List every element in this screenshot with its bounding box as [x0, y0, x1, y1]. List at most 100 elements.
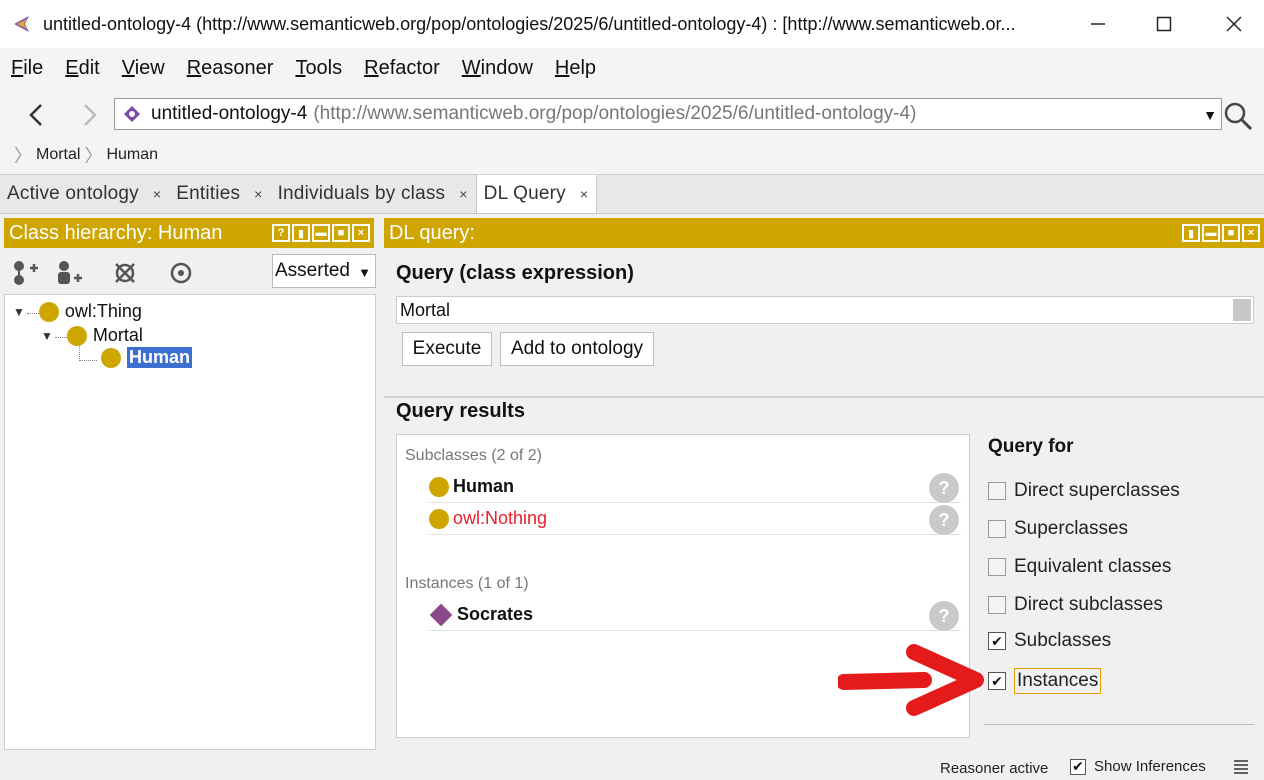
hierarchy-toolbar: Asserted ▼	[4, 254, 376, 292]
close-view-icon[interactable]: ×	[1242, 224, 1260, 242]
close-tab-icon[interactable]: ×	[459, 186, 467, 202]
class-icon	[38, 301, 59, 322]
add-subclass-icon[interactable]	[10, 258, 40, 288]
annotation-arrow-icon	[838, 644, 984, 716]
query-for-divider	[984, 724, 1254, 725]
chevron-down-icon[interactable]: ▼	[1203, 107, 1217, 123]
breadcrumb-item-mortal[interactable]: Mortal	[36, 146, 80, 164]
query-for-instances[interactable]: ✔ Instances	[988, 668, 1102, 694]
class-expression-value: Mortal	[400, 299, 451, 320]
checkbox-checked-icon[interactable]: ✔	[1070, 758, 1086, 775]
dl-query-header: DL query: ▮ ▬ ■ ×	[384, 218, 1264, 248]
query-for-subclasses[interactable]: ✔ Subclasses	[988, 630, 1111, 652]
checkbox-unchecked-icon[interactable]	[988, 482, 1006, 500]
query-for-label: Direct superclasses	[1014, 480, 1180, 501]
tree-connector	[79, 343, 97, 361]
maximize-button[interactable]	[1128, 0, 1200, 48]
explain-help-button[interactable]: ?	[929, 505, 959, 535]
tree-node-label: Mortal	[92, 325, 143, 345]
query-for-label: Instances	[1014, 668, 1102, 694]
maximize-icon	[1156, 16, 1172, 32]
tab-label: DL Query	[483, 183, 566, 204]
close-tab-icon[interactable]: ×	[254, 186, 262, 202]
hierarchy-mode-value: Asserted	[275, 260, 350, 281]
panel-title: DL query:	[389, 221, 475, 244]
ontology-selector[interactable]: untitled-ontology-4 (http://www.semantic…	[114, 98, 1222, 130]
class-expression-input[interactable]: Mortal	[396, 296, 1254, 324]
result-item-owl-nothing[interactable]: owl:Nothing ?	[429, 503, 961, 535]
breadcrumb-item-human[interactable]: Human	[106, 146, 158, 164]
hierarchy-mode-select[interactable]: Asserted ▼	[272, 254, 376, 288]
minimize-button[interactable]	[1062, 0, 1134, 48]
class-hierarchy-header: Class hierarchy: Human ? ▮ ▬ ■ ×	[4, 218, 374, 248]
query-section-title: Query (class expression)	[396, 262, 634, 284]
float-view-icon[interactable]: ■	[332, 224, 350, 242]
status-bar: Reasoner active ✔ Show Inferences	[0, 752, 1264, 780]
chevron-left-icon	[29, 104, 42, 126]
checkbox-checked-icon[interactable]: ✔	[988, 672, 1006, 690]
query-for-direct-subclasses[interactable]: Direct subclasses	[988, 594, 1163, 616]
menu-view[interactable]: View	[111, 57, 176, 80]
tab-entities[interactable]: Entities ×	[169, 175, 270, 213]
collapse-toggle-icon[interactable]: ▼	[41, 329, 53, 343]
search-icon[interactable]	[1222, 100, 1254, 132]
tree-node-human[interactable]: Human	[101, 347, 193, 368]
tree-node-owl-thing[interactable]: ▼ owl:Thing	[13, 301, 142, 322]
back-button[interactable]	[26, 102, 46, 136]
dl-query-panel: DL query: ▮ ▬ ■ × Query (class expressio…	[384, 218, 1264, 750]
close-tab-icon[interactable]: ×	[580, 186, 588, 202]
delete-class-icon[interactable]	[110, 258, 140, 288]
tab-dl-query[interactable]: DL Query ×	[475, 175, 598, 213]
close-tab-icon[interactable]: ×	[153, 186, 161, 202]
find-class-icon[interactable]	[166, 258, 196, 288]
checkbox-checked-icon[interactable]: ✔	[988, 632, 1006, 650]
collapse-toggle-icon[interactable]: ▼	[13, 305, 25, 319]
checkbox-unchecked-icon[interactable]	[988, 520, 1006, 538]
minimize-icon	[1091, 23, 1105, 25]
class-tree: ▼ owl:Thing ▼ Mortal Human	[4, 294, 376, 750]
query-for-superclasses[interactable]: Superclasses	[988, 518, 1128, 540]
explain-help-button[interactable]: ?	[929, 601, 959, 631]
split-vertical-icon[interactable]: ▮	[1182, 224, 1200, 242]
add-to-ontology-button[interactable]: Add to ontology	[500, 332, 654, 366]
chevron-down-icon: ▼	[358, 265, 371, 280]
checkbox-unchecked-icon[interactable]	[988, 596, 1006, 614]
explain-help-button[interactable]: ?	[929, 473, 959, 503]
query-for-equivalent-classes[interactable]: Equivalent classes	[988, 556, 1171, 578]
menu-help[interactable]: Help	[544, 57, 607, 80]
menu-edit[interactable]: Edit	[54, 57, 110, 80]
tab-label: Entities	[176, 183, 241, 204]
checkbox-unchecked-icon[interactable]	[988, 558, 1006, 576]
ontology-icon	[124, 106, 140, 122]
menu-window[interactable]: Window	[451, 57, 544, 80]
list-icon[interactable]	[1232, 758, 1250, 776]
result-label: owl:Nothing	[453, 508, 548, 528]
menu-file[interactable]: File	[0, 57, 54, 80]
close-window-button[interactable]	[1198, 0, 1264, 48]
menu-reasoner[interactable]: Reasoner	[176, 57, 285, 80]
help-view-button[interactable]: ?	[272, 224, 290, 242]
query-for-label: Subclasses	[1014, 630, 1112, 651]
result-item-socrates[interactable]: Socrates ?	[429, 599, 961, 631]
float-view-icon[interactable]: ■	[1222, 224, 1240, 242]
scrollbar[interactable]	[1233, 299, 1251, 321]
show-inferences-toggle[interactable]: ✔ Show Inferences	[1070, 758, 1206, 775]
class-icon	[101, 347, 121, 368]
menu-tools[interactable]: Tools	[284, 57, 353, 80]
tab-individuals-by-class[interactable]: Individuals by class ×	[271, 175, 476, 213]
add-sibling-class-icon[interactable]	[54, 258, 84, 288]
split-horizontal-icon[interactable]: ▬	[1202, 224, 1220, 242]
tab-active-ontology[interactable]: Active ontology ×	[0, 175, 169, 213]
menu-refactor[interactable]: Refactor	[353, 57, 451, 80]
navigation-bar: untitled-ontology-4 (http://www.semantic…	[0, 88, 1264, 174]
split-vertical-icon[interactable]: ▮	[292, 224, 310, 242]
forward-button[interactable]	[80, 102, 100, 136]
tab-bar: Active ontology × Entities × Individuals b…	[0, 174, 1264, 214]
query-for-direct-superclasses[interactable]: Direct superclasses	[988, 480, 1180, 502]
subclasses-group-label: Subclasses (2 of 2)	[405, 447, 542, 464]
result-item-human[interactable]: Human ?	[429, 471, 961, 503]
split-horizontal-icon[interactable]: ▬	[312, 224, 330, 242]
close-view-icon[interactable]: ×	[352, 224, 370, 242]
title-bar: untitled-ontology-4 (http://www.semantic…	[0, 0, 1264, 48]
execute-button[interactable]: Execute	[402, 332, 492, 366]
